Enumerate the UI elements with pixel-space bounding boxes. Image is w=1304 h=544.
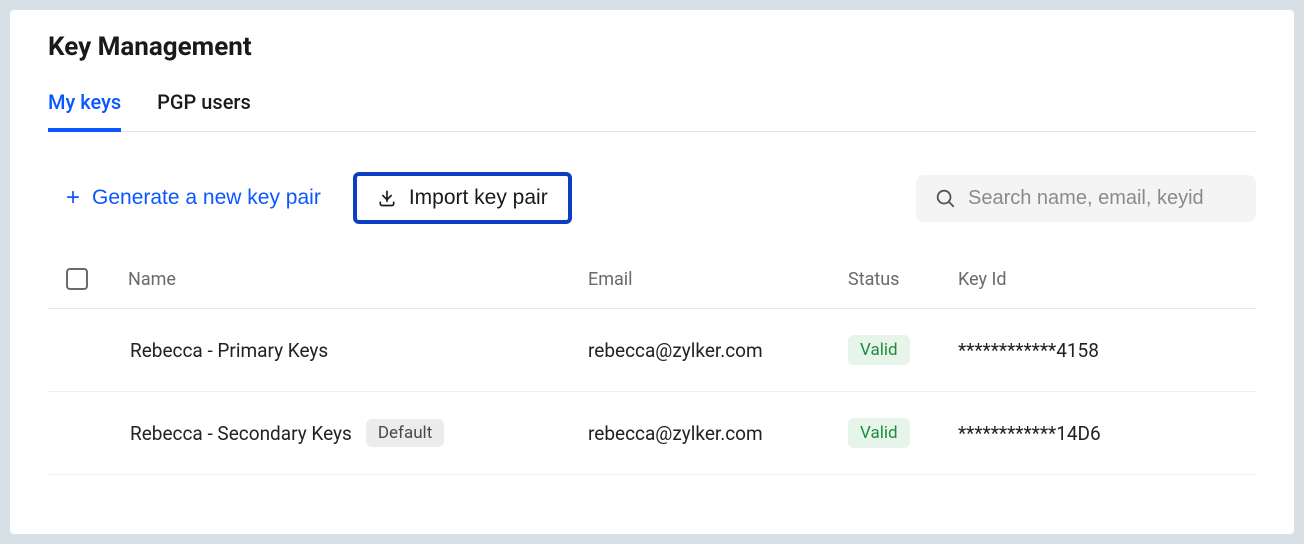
tab-pgp-users[interactable]: PGP users	[157, 90, 251, 131]
search-input[interactable]	[968, 187, 1238, 210]
plus-icon: +	[66, 186, 80, 210]
generate-key-label: Generate a new key pair	[92, 186, 321, 210]
col-name: Name	[128, 269, 588, 290]
search-box[interactable]	[916, 175, 1256, 222]
col-email: Email	[588, 269, 848, 290]
tabs: My keys PGP users	[48, 90, 1256, 132]
col-status: Status	[848, 269, 958, 290]
import-key-label: Import key pair	[409, 186, 548, 210]
table-header: Name Email Status Key Id	[48, 268, 1256, 309]
search-icon	[934, 187, 956, 209]
row-keyid: ************14D6	[958, 422, 1256, 445]
tab-my-keys[interactable]: My keys	[48, 90, 121, 132]
toolbar: + Generate a new key pair Import key pai…	[48, 172, 1256, 224]
col-keyid: Key Id	[958, 269, 1256, 290]
generate-key-button[interactable]: + Generate a new key pair	[66, 186, 321, 210]
row-email: rebecca@zylker.com	[588, 422, 848, 445]
key-management-panel: Key Management My keys PGP users + Gener…	[10, 10, 1294, 534]
import-icon	[377, 188, 397, 208]
table-row[interactable]: Rebecca - Secondary Keys Default rebecca…	[48, 392, 1256, 475]
keys-table: Name Email Status Key Id Rebecca - Prima…	[48, 268, 1256, 475]
row-name: Rebecca - Primary Keys	[130, 339, 328, 362]
default-badge: Default	[366, 419, 444, 447]
row-keyid: ************4158	[958, 339, 1256, 362]
status-badge: Valid	[848, 335, 910, 365]
row-name: Rebecca - Secondary Keys	[130, 422, 352, 445]
import-key-button[interactable]: Import key pair	[353, 172, 572, 224]
row-email: rebecca@zylker.com	[588, 339, 848, 362]
status-badge: Valid	[848, 418, 910, 448]
select-all-checkbox[interactable]	[66, 268, 88, 290]
table-row[interactable]: Rebecca - Primary Keys rebecca@zylker.co…	[48, 309, 1256, 392]
page-title: Key Management	[48, 32, 1256, 62]
